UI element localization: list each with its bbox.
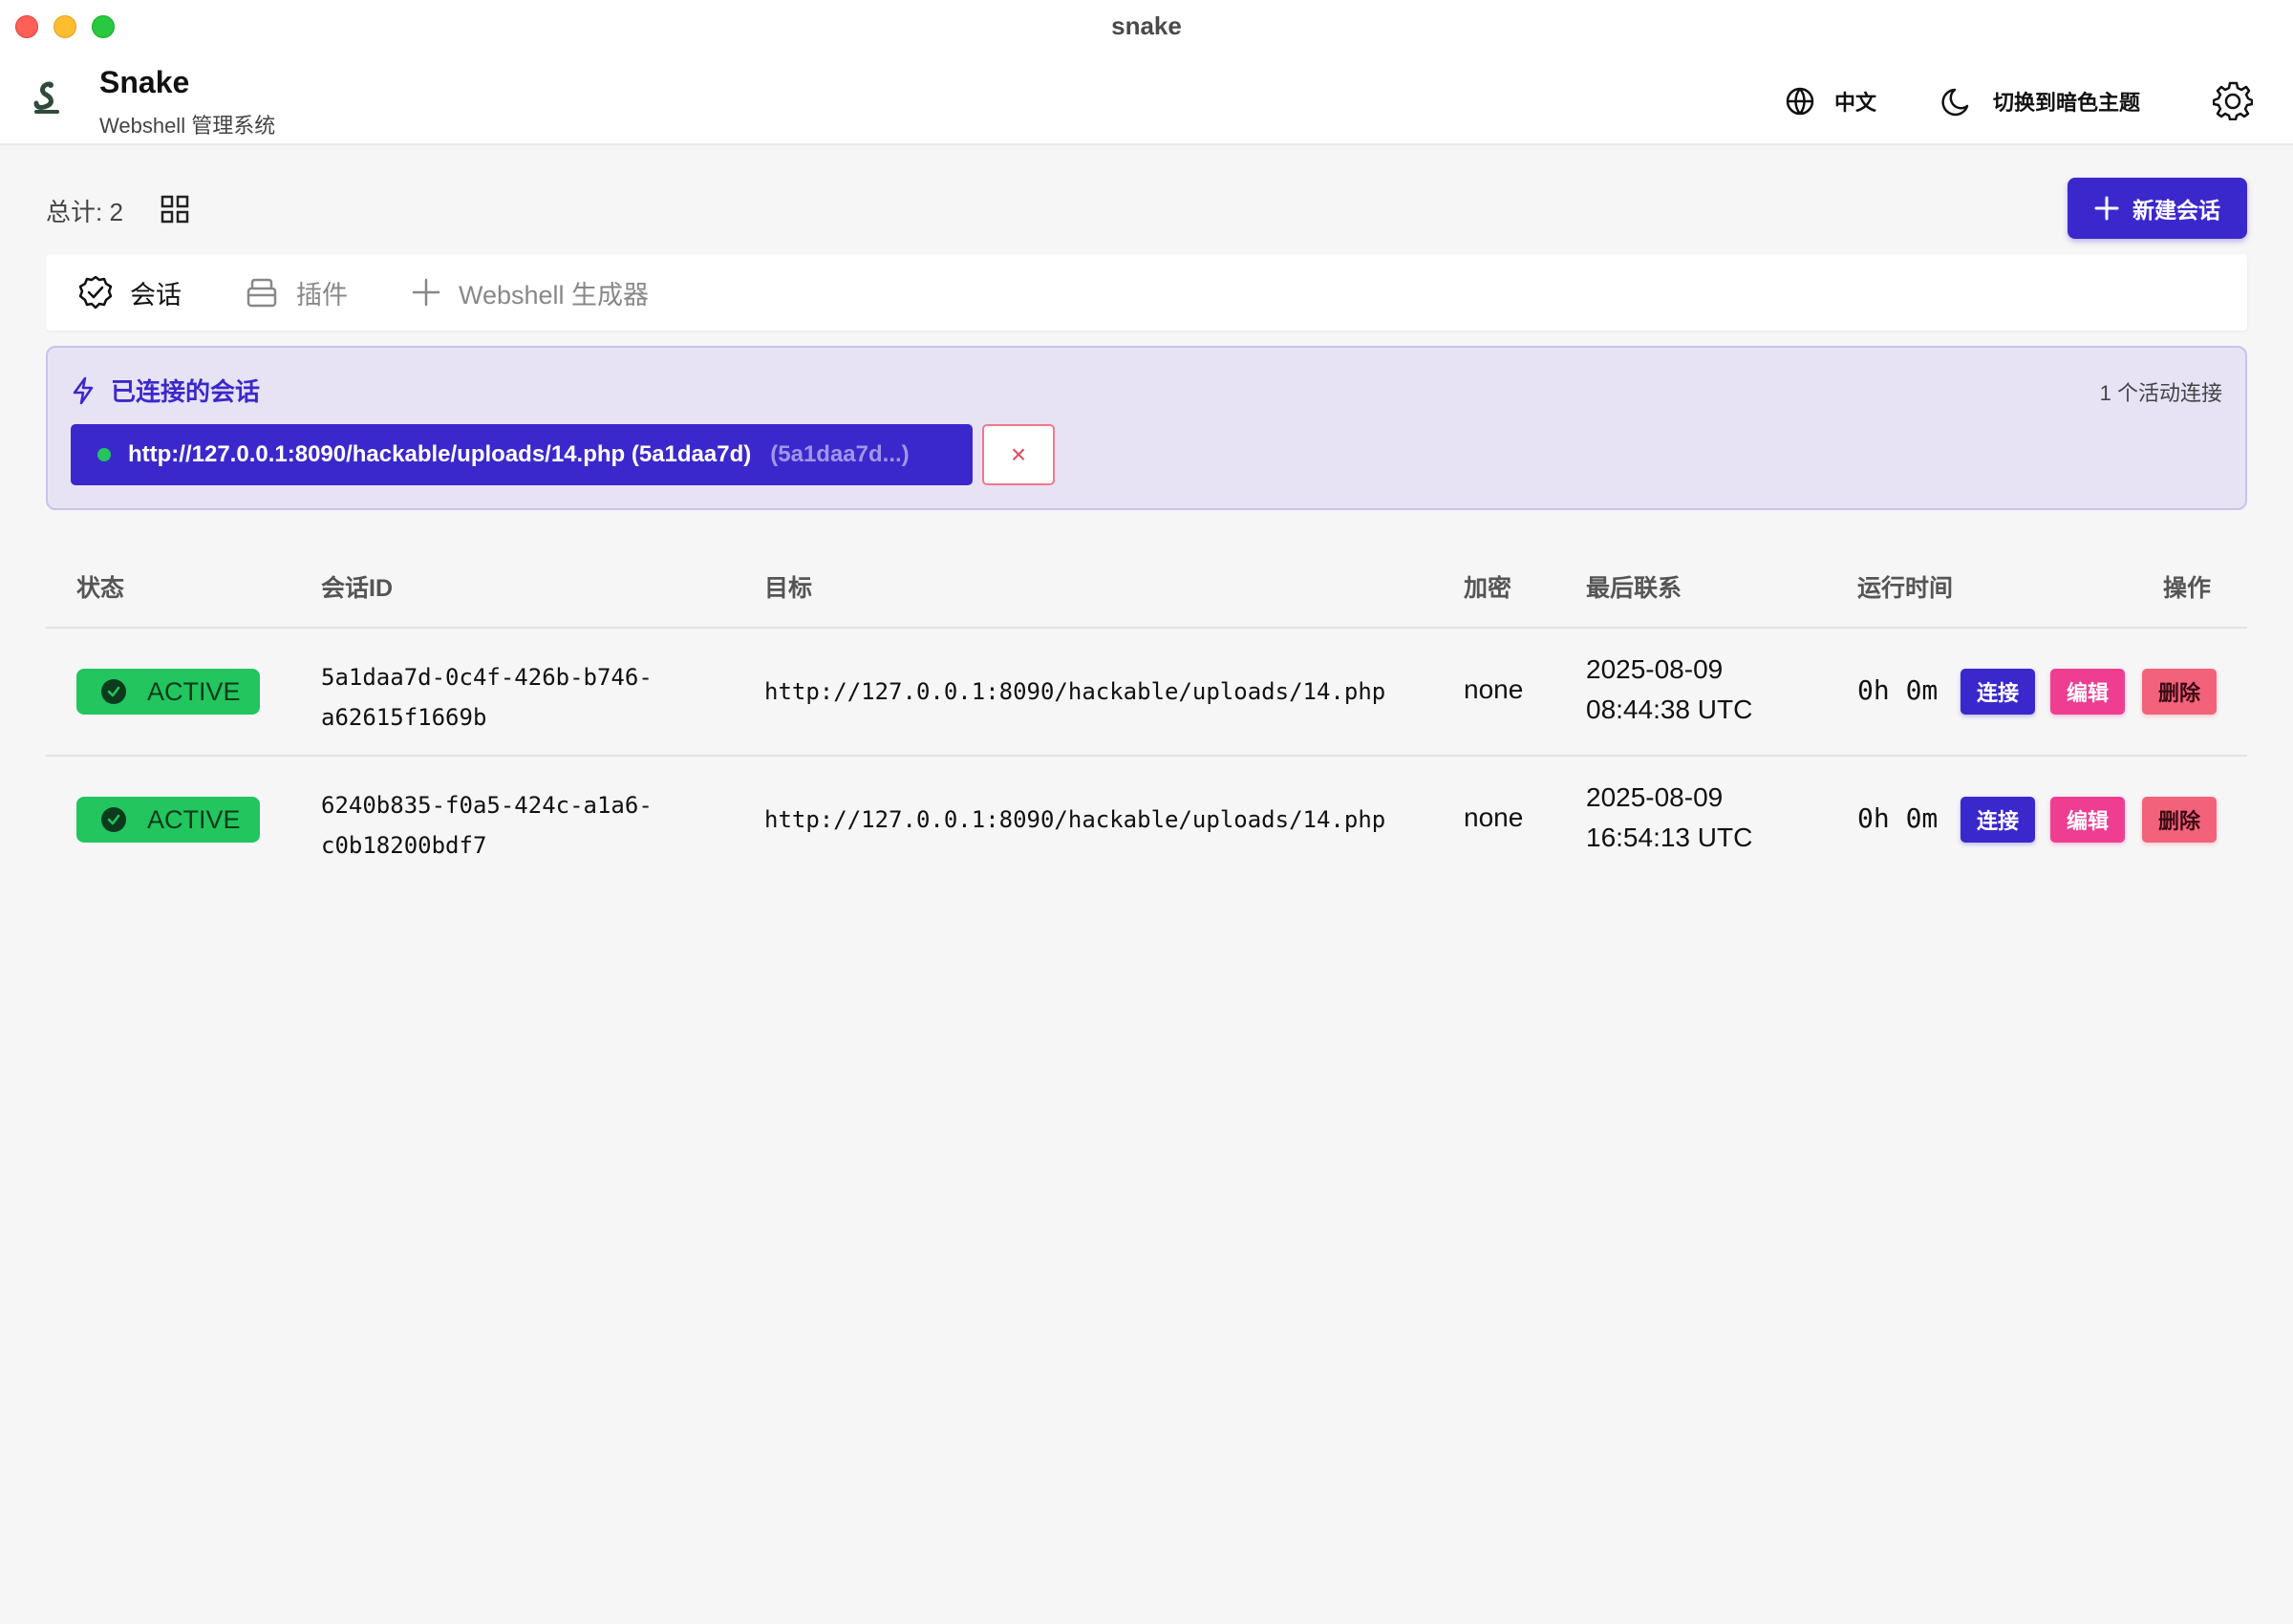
theme-toggle-label: 切换到暗色主题 [1993,91,2141,115]
tab-plugins-label: 插件 [296,280,348,310]
tab-webshell-generator[interactable]: Webshell 生成器 [411,273,649,311]
language-switch[interactable]: 中文 [1785,82,1876,120]
last-contact-time: 16:54:13 UTC [1586,823,1753,852]
column-header-actions: 操作 [2163,575,2212,602]
target-url-cell: http://127.0.0.1:8090/hackable/uploads/1… [764,678,1386,705]
delete-button[interactable]: 删除 [2142,797,2217,843]
window-title: snake [1111,11,1182,40]
last-contact-time: 08:44:38 UTC [1586,694,1753,724]
tab-plugins[interactable]: 插件 [245,273,348,311]
uptime-cell: 0h 0m [1857,802,1939,834]
disconnect-session-button[interactable]: × [982,424,1055,485]
globe-icon [1786,87,1814,116]
column-header-status[interactable]: 状态 [76,569,124,604]
window-titlebar: snake [0,0,2293,52]
connect-button[interactable]: 连接 [1961,797,2035,843]
connected-sessions-title: 已连接的会话 [111,377,261,406]
grid-view-icon[interactable] [161,195,189,224]
target-url-cell: http://127.0.0.1:8090/hackable/uploads/1… [764,806,1386,833]
last-contact-date: 2025-08-09 [1586,654,1724,684]
column-header-encryption[interactable]: 加密 [1464,569,1511,604]
brand-subtitle: Webshell 管理系统 [99,114,276,138]
total-count: 总计: 2 [46,198,123,226]
edit-button[interactable]: 编辑 [2050,797,2125,843]
moon-icon [1941,88,1969,117]
close-icon: × [1010,439,1027,469]
brand-name: Snake [99,65,190,99]
tab-sessions-label: 会话 [130,280,182,310]
status-badge: ACTIVE [76,797,260,843]
table-row: ACTIVE 6240b835-f0a5-424c-a1a6- c0b18200… [46,755,2247,883]
status-badge: ACTIVE [76,669,260,715]
table-row: ACTIVE 5a1daa7d-0c4f-426b-b746- a62615f1… [46,627,2247,755]
session-id-line: 5a1daa7d-0c4f-426b-b746- [321,664,653,691]
archive-icon [246,278,277,308]
connected-session-chip[interactable]: http://127.0.0.1:8090/hackable/uploads/1… [71,424,973,485]
session-id-cell: 5a1daa7d-0c4f-426b-b746- a62615f1669b [321,657,653,737]
connected-sessions-panel: 已连接的会话 1 个活动连接 http://127.0.0.1:8090/hac… [46,346,2247,510]
session-id-cell: 6240b835-f0a5-424c-a1a6- c0b18200bdf7 [321,785,653,865]
theme-toggle[interactable]: 切换到暗色主题 [1941,82,2140,120]
gear-icon[interactable] [2213,80,2253,120]
column-header-uptime[interactable]: 运行时间 [1857,569,1953,604]
snake-logo-icon [33,81,59,114]
language-label: 中文 [1834,91,1877,115]
connect-button[interactable]: 连接 [1961,669,2035,715]
app-header: Snake Webshell 管理系统 中文 切换到暗色主题 [0,52,2293,145]
tab-bar: 会话 插件 Webshell 生成器 [46,254,2247,331]
active-connection-count: 1 个活动连接 [2099,381,2222,405]
online-status-dot [97,448,111,461]
connected-sessions-heading: 已连接的会话 [71,373,260,408]
delete-button[interactable]: 删除 [2142,669,2217,715]
last-contact-date: 2025-08-09 [1586,782,1724,812]
session-id-line: 6240b835-f0a5-424c-a1a6- [321,792,653,819]
last-contact-cell: 2025-08-09 08:44:38 UTC [1586,650,1752,730]
check-circle-icon [78,275,113,310]
last-contact-cell: 2025-08-09 16:54:13 UTC [1586,778,1752,858]
new-session-label: 新建会话 [2132,198,2220,223]
plus-icon [2094,196,2119,221]
column-header-last-contact[interactable]: 最后联系 [1586,569,1682,604]
lightning-icon [73,376,94,404]
session-id-line: c0b18200bdf7 [321,832,487,859]
new-session-button[interactable]: 新建会话 [2068,178,2247,239]
column-header-target[interactable]: 目标 [764,569,812,604]
status-label: ACTIVE [147,676,241,706]
plus-icon [412,278,440,307]
edit-button[interactable]: 编辑 [2050,669,2125,715]
connected-session-label: http://127.0.0.1:8090/hackable/uploads/1… [128,441,752,467]
encryption-cell: none [1464,674,1524,704]
uptime-cell: 0h 0m [1857,674,1939,706]
check-circle-icon [101,807,126,832]
status-label: ACTIVE [147,804,241,834]
connected-session-short-id: (5a1daa7d...) [770,441,910,467]
encryption-cell: none [1464,802,1524,832]
session-id-line: a62615f1669b [321,704,487,731]
tab-sessions[interactable]: 会话 [78,273,182,311]
column-header-session-id[interactable]: 会话ID [321,569,393,604]
check-circle-icon [101,679,126,704]
tab-generator-label: Webshell 生成器 [459,280,650,310]
